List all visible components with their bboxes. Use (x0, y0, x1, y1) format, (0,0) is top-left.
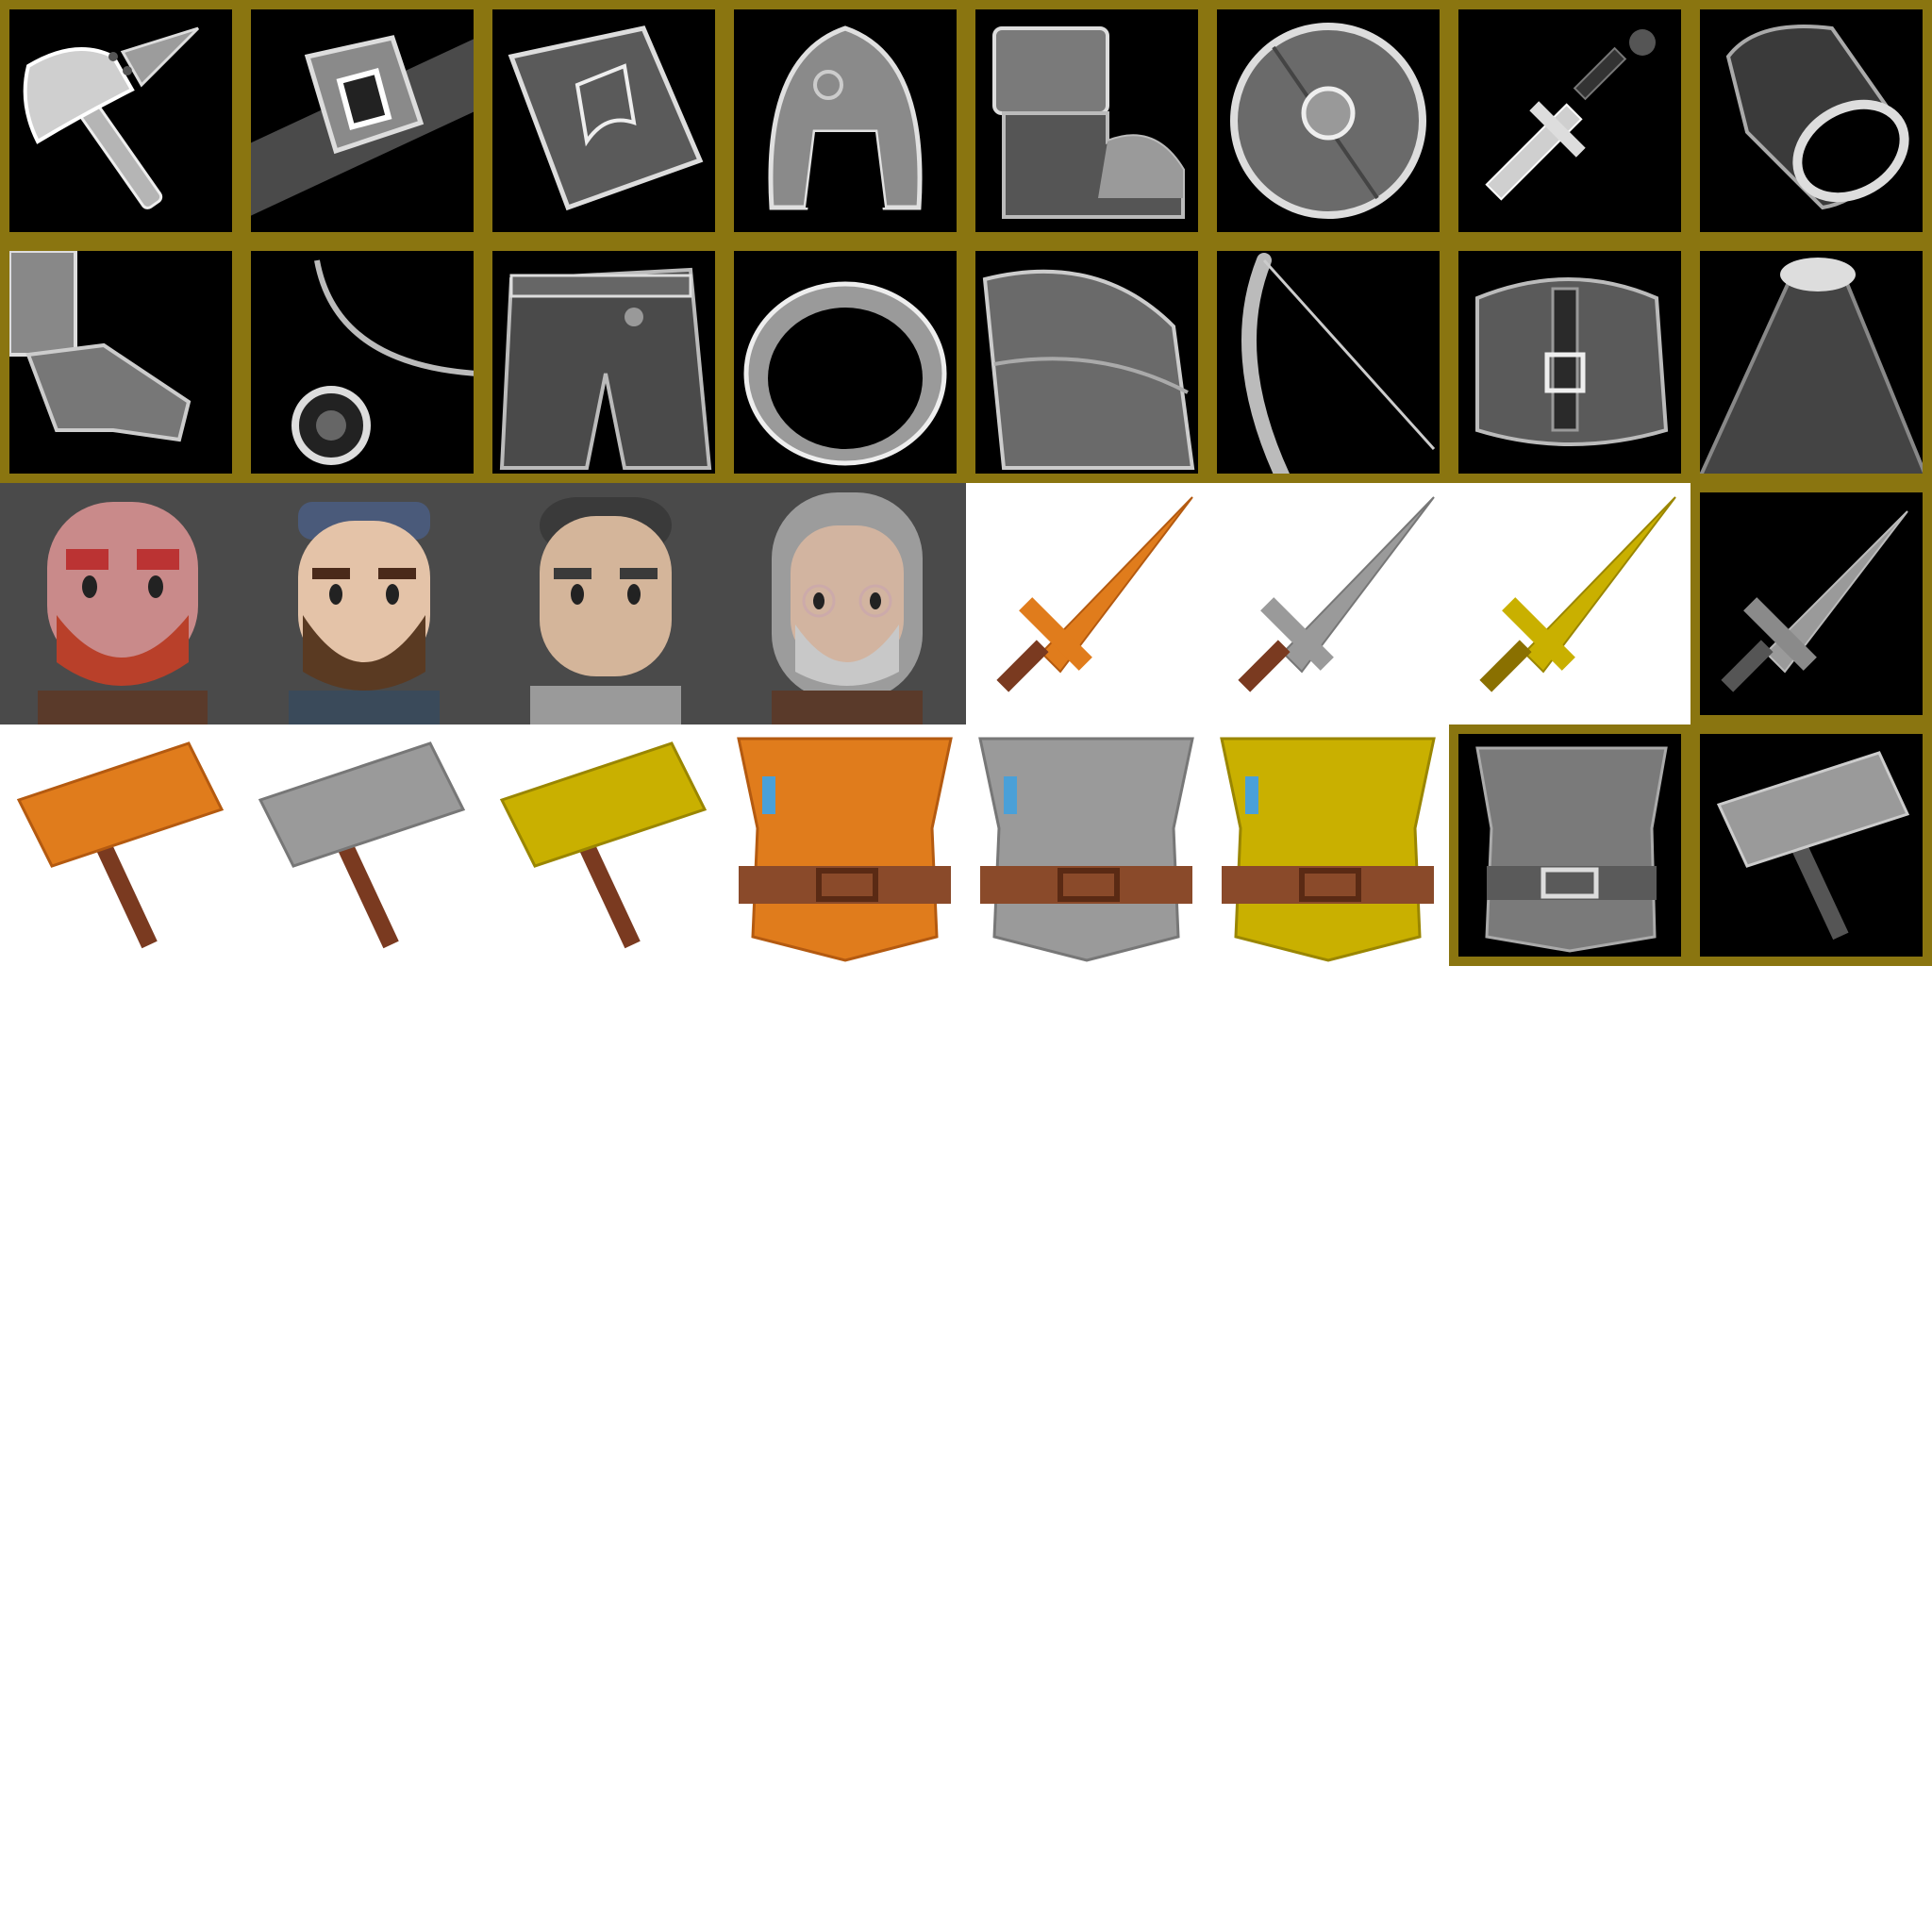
inventory-slot-sword[interactable] (1449, 0, 1690, 242)
cloak-icon (1700, 258, 1923, 474)
inventory-slot-bow[interactable] (1208, 242, 1449, 483)
item-slot-silver-hammer[interactable] (242, 724, 483, 966)
item-slot-gold-chest-armor[interactable] (1208, 724, 1449, 966)
inventory-slot-framed-sword[interactable] (1690, 483, 1932, 724)
inventory-slot-ring[interactable] (724, 242, 966, 483)
inventory-slot-framed-hammer[interactable] (1690, 724, 1932, 966)
silver-chest-armor-icon (978, 737, 1194, 962)
item-slot-silver-sword[interactable] (1208, 483, 1449, 724)
item-slot-gold-sword[interactable] (1449, 483, 1690, 724)
inventory-slot-spellbook[interactable] (483, 0, 724, 242)
gold-sword-icon (1479, 496, 1676, 692)
portrait-red-bearded-warrior[interactable] (0, 483, 242, 724)
item-slot-bronze-sword[interactable] (966, 483, 1208, 724)
inventory-slot-pants[interactable] (483, 242, 724, 483)
helmet-icon (768, 25, 923, 210)
spellbook-icon (508, 25, 704, 211)
framed-chest-armor-icon (1475, 746, 1668, 953)
gold-hammer-icon (499, 741, 708, 949)
bag-icon (1475, 277, 1669, 446)
gauntlet-icon (9, 251, 192, 442)
bearded-hat-man-portrait (289, 502, 440, 724)
framed-sword-icon (1721, 510, 1908, 692)
inventory-slot-cloak[interactable] (1690, 242, 1932, 483)
inventory-slot-belt[interactable] (242, 0, 483, 242)
pants-icon (499, 267, 712, 470)
bracer-icon (1725, 25, 1909, 210)
ring-icon (743, 281, 947, 466)
portrait-armored-knight[interactable] (483, 483, 724, 724)
boot-icon (992, 26, 1185, 219)
inventory-slot-shield[interactable] (1208, 0, 1449, 242)
bronze-chest-armor-icon (737, 737, 953, 962)
inventory-slot-gauntlet[interactable] (0, 242, 242, 483)
armored-knight-portrait (530, 497, 681, 724)
portrait-bearded-hat-man[interactable] (242, 483, 483, 724)
inventory-slot-helmet[interactable] (724, 0, 966, 242)
item-slot-gold-hammer[interactable] (483, 724, 724, 966)
old-man-glasses-portrait (772, 492, 923, 724)
shield-icon (1230, 23, 1426, 219)
red-bearded-warrior-portrait (38, 502, 208, 724)
inventory-slot-pauldron[interactable] (966, 242, 1208, 483)
silver-sword-icon (1238, 496, 1435, 692)
pauldron-icon (982, 269, 1195, 470)
inventory-slot-bracer[interactable] (1690, 0, 1932, 242)
portrait-old-man-glasses[interactable] (724, 483, 966, 724)
bronze-hammer-icon (16, 741, 225, 949)
bronze-sword-icon (996, 496, 1193, 692)
item-slot-bronze-hammer[interactable] (0, 724, 242, 966)
amulet-icon (291, 259, 474, 465)
inventory-slot-amulet[interactable] (242, 242, 483, 483)
inventory-slot-framed-chest-armor[interactable] (1449, 724, 1690, 966)
bow-icon (1241, 253, 1436, 474)
inventory-slot-axe[interactable] (0, 0, 242, 242)
inventory-slot-bag[interactable] (1449, 242, 1690, 483)
framed-hammer-icon (1716, 751, 1910, 941)
gold-chest-armor-icon (1220, 737, 1436, 962)
item-slot-bronze-chest-armor[interactable] (724, 724, 966, 966)
axe-icon (23, 26, 200, 209)
sword-icon (1485, 29, 1656, 201)
inventory-slot-boot[interactable] (966, 0, 1208, 242)
belt-icon (251, 35, 474, 217)
item-slot-silver-chest-armor[interactable] (966, 724, 1208, 966)
silver-hammer-icon (258, 741, 466, 949)
